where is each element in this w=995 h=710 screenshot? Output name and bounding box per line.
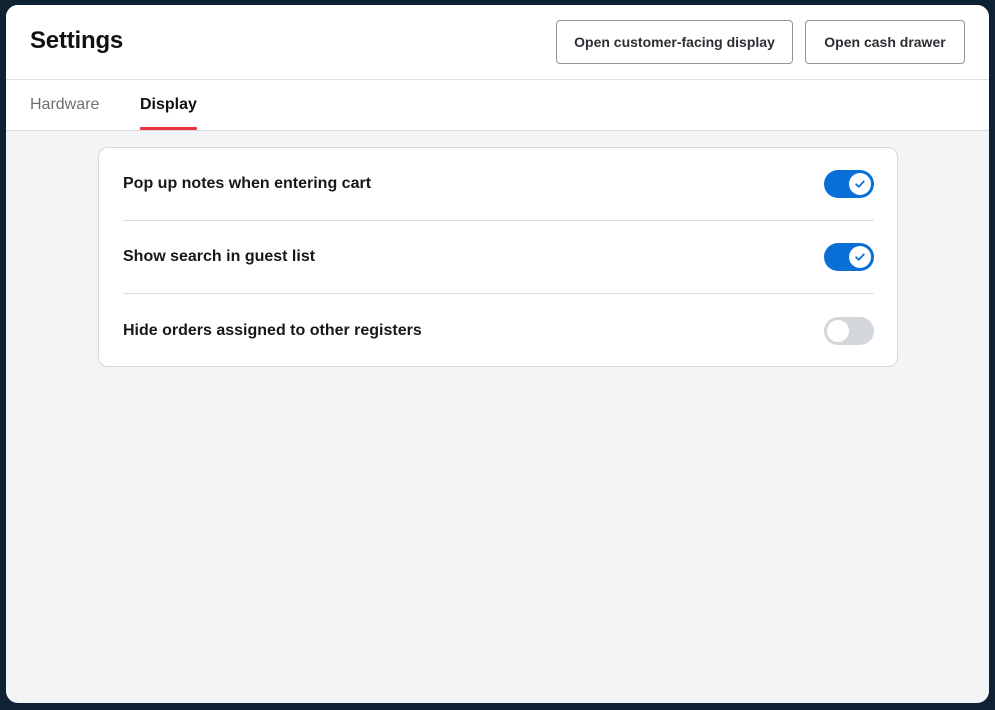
- check-icon: [855, 253, 865, 261]
- settings-header: Settings Open customer-facing display Op…: [6, 5, 989, 80]
- open-cash-drawer-button[interactable]: Open cash drawer: [805, 20, 965, 64]
- settings-window: Settings Open customer-facing display Op…: [6, 5, 989, 703]
- setting-row-popup-notes: Pop up notes when entering cart: [123, 148, 874, 221]
- toggle-knob: [849, 246, 871, 268]
- active-tab-indicator: [140, 127, 197, 130]
- setting-label-guest-search: Show search in guest list: [123, 248, 316, 265]
- open-customer-display-button[interactable]: Open customer-facing display: [556, 20, 793, 64]
- toggle-knob: [849, 173, 871, 195]
- settings-tabs: Hardware Display: [6, 80, 989, 131]
- setting-label-hide-orders: Hide orders assigned to other registers: [123, 321, 422, 339]
- popup-notes-toggle[interactable]: [824, 170, 874, 198]
- tab-display[interactable]: Display: [140, 80, 197, 130]
- setting-label-popup-notes: Pop up notes when entering cart: [123, 175, 372, 192]
- tab-hardware-label: Hardware: [30, 96, 100, 113]
- toggle-knob: [827, 319, 849, 342]
- guest-search-toggle[interactable]: [824, 243, 874, 271]
- display-settings-card: Pop up notes when entering cart Show sea…: [98, 147, 898, 367]
- setting-row-guest-search: Show search in guest list: [123, 221, 874, 294]
- hide-orders-toggle[interactable]: [824, 316, 874, 345]
- tab-display-label: Display: [140, 96, 197, 113]
- page-title: Settings: [30, 27, 124, 54]
- check-icon: [855, 180, 865, 188]
- tab-hardware[interactable]: Hardware: [30, 80, 99, 130]
- setting-row-hide-orders: Hide orders assigned to other registers: [123, 294, 874, 367]
